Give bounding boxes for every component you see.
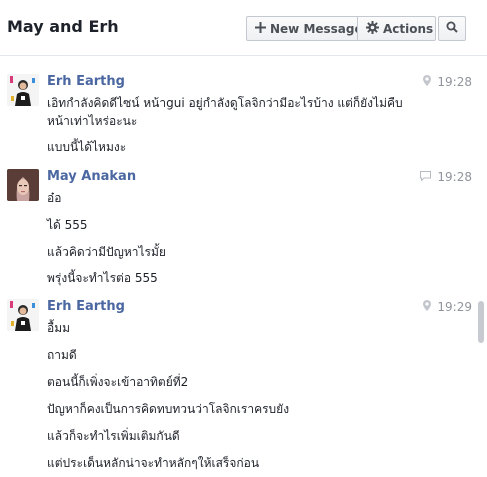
search-icon: [446, 21, 458, 36]
avatar[interactable]: [7, 169, 39, 201]
timestamp: 19:28: [437, 170, 472, 184]
sender-name[interactable]: Erh Earthg: [47, 74, 125, 89]
new-message-label: New Message: [270, 21, 363, 36]
message-meta: 19:29: [423, 300, 472, 314]
timestamp: 19:28: [437, 75, 472, 89]
chat-bubble-icon: [420, 170, 432, 184]
sender-name[interactable]: May Anakan: [47, 169, 136, 184]
new-message-button[interactable]: New Message: [246, 16, 363, 41]
message-text: ปัญหาก็คงเป็นการคิดทบทวนว่าโลจิกเราครบยั…: [47, 402, 290, 416]
actions-button[interactable]: Actions: [357, 16, 436, 41]
message-text: อ๋อ: [47, 191, 62, 205]
timestamp: 19:29: [437, 300, 472, 314]
conversation-title: May and Erh: [7, 17, 119, 36]
location-pin-icon: [423, 75, 432, 89]
gear-icon: [366, 20, 379, 37]
message-meta: 19:28: [423, 75, 472, 89]
message-text: แต่ประเด็นหลักน่าจะทำหลักๆให้เสร็จก่อน: [47, 456, 260, 470]
message-text: ถามดี: [47, 348, 77, 362]
message-text: อื้มม: [47, 321, 71, 335]
message-text: หน้าเท่าไหร่อะนะ: [47, 114, 138, 128]
thread-scrollbar[interactable]: [478, 301, 484, 343]
location-pin-icon: [423, 300, 432, 314]
avatar[interactable]: [7, 299, 39, 331]
message-thread[interactable]: Erh Earthg 19:28 เอิทกำลังคิดดีไซน์ หน้า…: [0, 57, 487, 477]
conversation-header: May and Erh New Message Actions: [0, 0, 487, 56]
message-text: ได้ 555: [47, 218, 88, 232]
message-meta: 19:28: [420, 170, 472, 184]
avatar[interactable]: [7, 74, 39, 106]
message-text: แบบนี้ได้ไหมงะ: [47, 140, 127, 154]
message-text: แล้วคิดว่ามีปัญหาไรมั้ย: [47, 245, 166, 259]
message-text: พรุ่งนี้จะทำไรต่อ 555: [47, 271, 158, 285]
sender-name[interactable]: Erh Earthg: [47, 299, 125, 314]
message-text: เอิทกำลังคิดดีไซน์ หน้าgui อยู่กำลังดูโล…: [47, 96, 403, 110]
actions-label: Actions: [383, 21, 434, 36]
message-text: ตอนนี้ก็เพิ่งจะเข้าอาทิตย์ที่2: [47, 375, 189, 389]
message-text: แล้วก็จะทำไรเพิ่มเติมกันดี: [47, 429, 180, 443]
plus-icon: [255, 21, 266, 36]
search-button[interactable]: [438, 16, 466, 41]
